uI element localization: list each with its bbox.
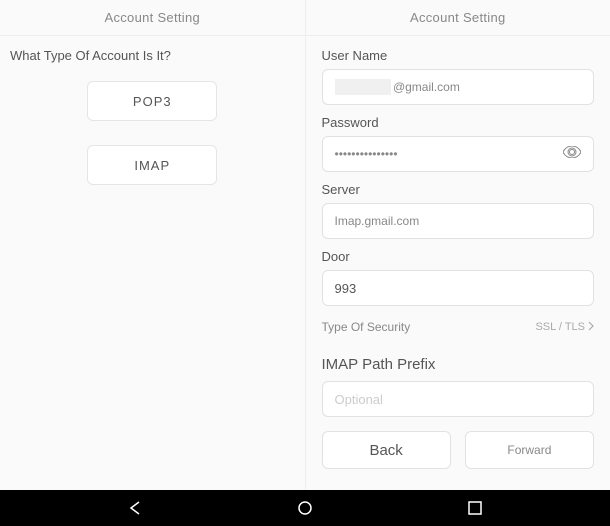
door-input[interactable]: 993 [322,270,595,306]
pop3-label: POP3 [133,94,172,109]
password-label: Password [322,115,595,130]
chevron-right-icon [588,321,594,334]
imap-prefix-label: IMAP Path Prefix [322,356,595,373]
forward-button[interactable]: Forward [465,431,594,469]
username-redacted [335,79,391,95]
back-label: Back [369,442,402,459]
username-input[interactable]: @gmail.com [322,69,595,105]
server-input[interactable]: Imap.gmail.com [322,203,595,239]
imap-button[interactable]: IMAP [87,145,217,185]
eye-icon[interactable] [563,145,581,163]
username-label: User Name [322,48,595,63]
door-label: Door [322,249,595,264]
nav-recent-icon[interactable] [466,499,484,517]
password-input[interactable]: ••••••••••••••• [322,136,595,172]
door-value: 993 [335,281,582,296]
username-value: @gmail.com [393,80,581,94]
imap-prefix-placeholder: Optional [335,392,383,407]
security-label: Type Of Security [322,320,411,334]
back-button[interactable]: Back [322,431,451,469]
imap-prefix-input[interactable]: Optional [322,381,595,417]
security-value: SSL / TLS [535,321,585,333]
forward-label: Forward [507,443,551,457]
account-type-question: What Type Of Account Is It? [8,48,297,63]
left-header-title: Account Setting [0,0,305,36]
android-navbar [0,490,610,526]
right-header-title: Account Setting [306,0,610,36]
pop3-button[interactable]: POP3 [87,81,217,121]
imap-label: IMAP [134,158,170,173]
security-row[interactable]: Type Of Security SSL / TLS [322,320,595,334]
password-value: ••••••••••••••• [335,147,582,161]
server-label: Server [322,182,595,197]
nav-home-icon[interactable] [296,499,314,517]
server-value: Imap.gmail.com [335,214,582,228]
nav-back-icon[interactable] [126,499,144,517]
